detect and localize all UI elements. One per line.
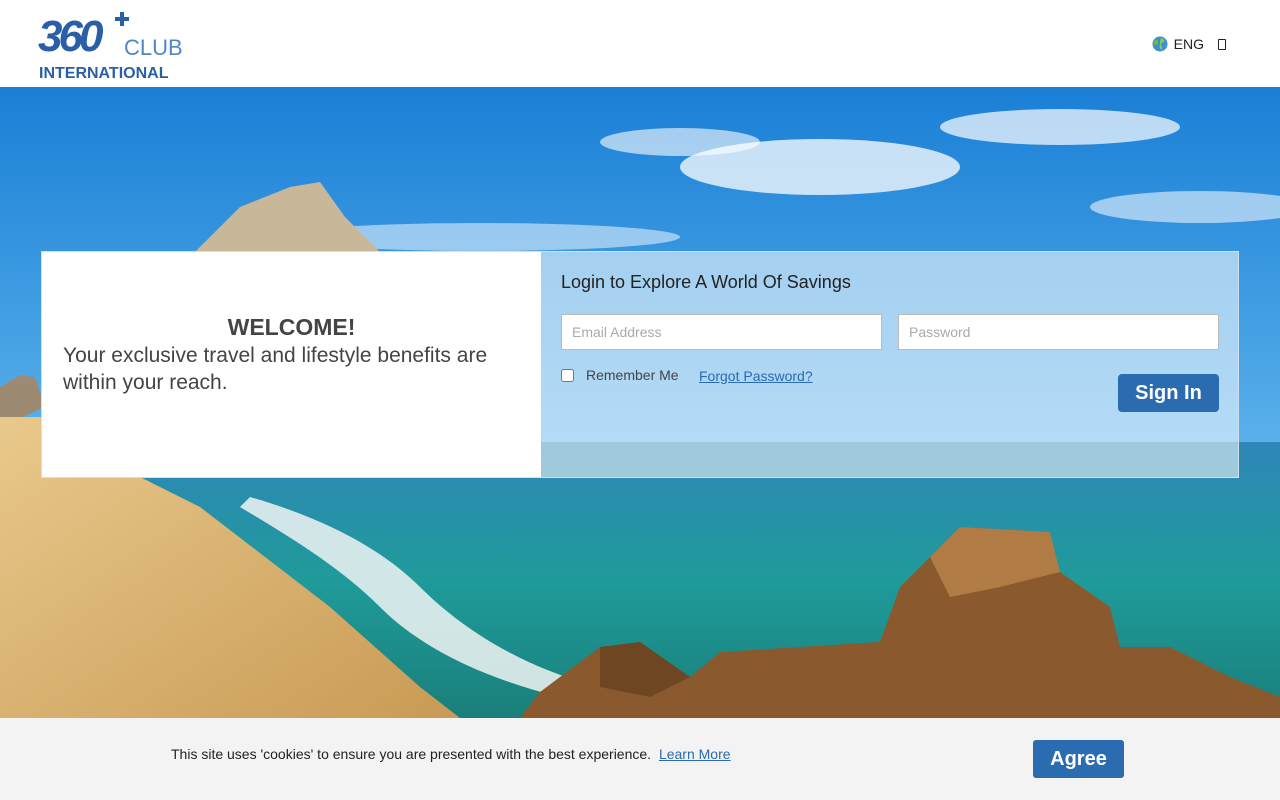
login-heading: Login to Explore A World Of Savings bbox=[561, 272, 851, 292]
globe-icon bbox=[1152, 36, 1168, 52]
cookie-banner: This site uses 'cookies' to ensure you a… bbox=[0, 718, 1280, 800]
logo-360-text: 360 bbox=[38, 12, 104, 61]
learn-more-link[interactable]: Learn More bbox=[659, 746, 731, 762]
language-label: ENG bbox=[1173, 36, 1204, 52]
welcome-box: WELCOME! Your exclusive travel and lifes… bbox=[42, 252, 541, 477]
sign-in-button[interactable]: Sign In bbox=[1118, 374, 1219, 412]
cookie-text: This site uses 'cookies' to ensure you a… bbox=[171, 746, 652, 762]
remember-me-label: Remember Me bbox=[586, 367, 679, 383]
remember-me[interactable]: Remember Me bbox=[561, 367, 679, 383]
welcome-text: Your exclusive travel and lifestyle bene… bbox=[63, 344, 488, 394]
logo-international-text: INTERNATIONAL bbox=[39, 65, 169, 82]
forgot-password-link[interactable]: Forgot Password? bbox=[699, 368, 813, 384]
logo-plus-icon bbox=[115, 12, 129, 26]
language-selector[interactable]: ENG bbox=[1152, 34, 1226, 54]
email-input[interactable] bbox=[561, 314, 882, 350]
login-form: Login to Explore A World Of Savings Reme… bbox=[541, 252, 1238, 477]
welcome-heading: WELCOME! bbox=[227, 314, 356, 340]
site-header: 360 CLUB INTERNATIONAL ENG bbox=[0, 0, 1280, 87]
cookie-message: This site uses 'cookies' to ensure you a… bbox=[171, 746, 731, 762]
chevron-down-icon bbox=[1218, 38, 1226, 50]
login-panel: WELCOME! Your exclusive travel and lifes… bbox=[41, 251, 1239, 478]
club-360-logo[interactable]: 360 CLUB INTERNATIONAL bbox=[38, 8, 190, 82]
logo-club-text: CLUB bbox=[124, 35, 183, 60]
remember-me-checkbox[interactable] bbox=[561, 368, 574, 382]
password-input[interactable] bbox=[898, 314, 1219, 350]
agree-button[interactable]: Agree bbox=[1033, 740, 1124, 778]
